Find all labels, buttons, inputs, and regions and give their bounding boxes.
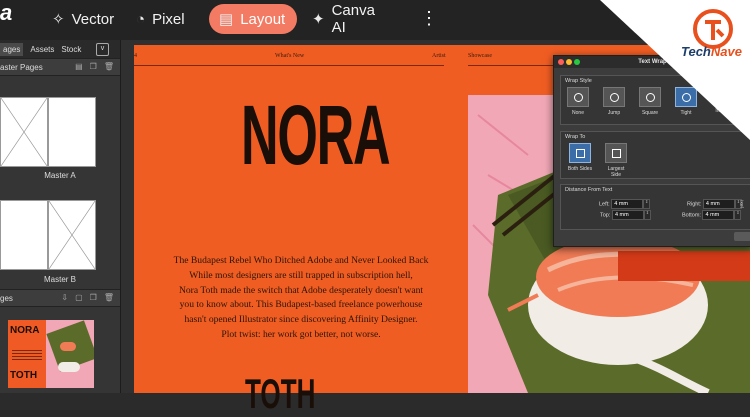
affinity-logo-icon[interactable]: a [0,0,22,30]
article-line: hasn't opened Illustrator since discover… [184,314,418,326]
insert-page-icon[interactable]: ⇩ [61,293,68,302]
top-distance-stepper[interactable]: ⇕ [643,210,651,220]
zoom-window-icon[interactable] [574,59,580,65]
wrap-style-label: Wrap Style [565,78,592,84]
left-distance-stepper[interactable]: ⇕ [643,199,651,209]
duplicate-page-icon[interactable]: ❐ [90,293,97,302]
duplicate-master-icon[interactable]: ❐ [90,62,97,71]
bottom-distance-label: Bottom: [682,212,701,219]
top-distance-input[interactable]: 4 mm [611,210,644,220]
pages-label: ges [0,293,13,303]
article-body[interactable]: The Budapest Rebel Who Ditched Adobe and… [159,254,443,343]
largest-side-icon [611,148,621,158]
layout-persona-label: Layout [240,10,286,28]
pixel-persona-icon: ◔ [136,10,146,28]
distance-group: Distance From Text Left: 4 mm ⇕ Top: 4 mm… [560,184,750,230]
delete-master-icon[interactable]: 🗑 [104,62,114,71]
close-dialog-button[interactable] [734,232,750,241]
article-line: Nora Toth made the switch that Adobe des… [178,284,424,296]
bottom-distance-field[interactable]: Bottom: 4 mm ⇕ [682,210,742,220]
bottom-distance-input[interactable]: 4 mm [702,210,735,220]
thumb-toth-text: TOTH [10,370,38,381]
largest-side-label: Largest Side [607,166,625,178]
article-title[interactable]: NORA [241,93,391,177]
master-pages-label: aster Pages [0,62,43,72]
more-options-icon[interactable]: ⋮ [420,4,438,34]
pages-header: ges ⇩ ▢ ❐ 🗑 [0,289,120,307]
master-a-left-page [0,97,48,167]
left-distance-input[interactable]: 4 mm [611,199,644,209]
wrap-style-none-label: None [572,110,584,116]
master-a-spread[interactable] [0,97,96,167]
wrap-to-label: Wrap To [565,134,586,140]
master-b-left-page [0,200,48,270]
left-distance-label: Left: [599,201,610,208]
master-pages-header: aster Pages ▤ ❐ 🗑 [0,58,120,76]
tab-assets[interactable]: Assets [30,45,54,54]
vector-persona-icon: ✧ [52,11,65,28]
add-master-icon[interactable]: ▤ [75,62,83,71]
both-sides-icon [575,148,585,158]
wrap-to-both-sides[interactable]: Both Sides [567,143,593,172]
right-distance-input[interactable]: 4 mm [702,199,735,209]
minimize-window-icon[interactable] [566,59,572,65]
vector-persona-button[interactable]: ✧ Vector [42,4,124,34]
article-line: you to know about. This Budapest-based f… [179,299,423,311]
master-a-right-page [48,97,96,167]
wrap-to-largest-side[interactable]: Largest Side [603,143,629,178]
top-distance-label: Top: [600,212,611,219]
layout-persona-icon: ▤ [219,11,234,28]
thumb-nora-text: NORA [10,325,40,336]
master-b-right-page [48,200,96,270]
master-a-label: Master A [44,171,76,180]
tab-pages[interactable]: ages [0,42,24,56]
wordmark-tech: Tech [681,44,711,59]
distance-label: Distance From Text [565,187,613,193]
canva-ai-icon: ✦ [312,11,325,28]
right-distance-field[interactable]: Right: 4 mm ⇕ [687,199,742,209]
bottom-distance-stepper[interactable]: ⇕ [734,210,742,220]
article-subtitle[interactable]: TOTH [245,373,315,415]
header-rule [134,65,444,66]
master-b-label: Master B [43,275,76,284]
tab-stock[interactable]: Stock [61,45,81,54]
canva-ai-persona-button[interactable]: ✦ Canva AI [302,2,402,36]
panel-collapse-icon[interactable]: v [96,43,109,56]
both-sides-label: Both Sides [567,166,593,172]
folio-number: 4 [134,53,137,59]
add-page-icon[interactable]: ▢ [75,293,83,302]
article-line: Plot twist: her work got better, not wor… [221,328,381,340]
page-thumb-right [46,320,94,388]
master-b-spread[interactable] [0,200,96,270]
article-line: While most designers are still trapped i… [189,269,413,281]
pixel-persona-button[interactable]: ◔ Pixel [126,4,198,34]
page-thumb-left: NORA TOTH [8,320,46,388]
pixel-persona-label: Pixel [152,10,185,28]
left-page[interactable]: 4 What's New Artist NORA The Budapest Re… [134,45,468,415]
canva-ai-label: Canva AI [331,2,375,36]
running-header-right: Artist [432,53,446,59]
page-spread-thumbnail[interactable]: NORA TOTH [8,320,94,388]
wrap-none-icon [573,92,583,102]
right-distance-label: Right: [687,201,702,208]
unit-side-text: ixel [737,200,744,208]
article-line: The Budapest Rebel Who Ditched Adobe and… [173,255,429,266]
vector-persona-label: Vector [71,10,115,28]
pages-panel: ages Assets Stock v aster Pages ▤ ❐ 🗑 Ma… [0,40,121,393]
left-distance-field[interactable]: Left: 4 mm ⇕ [599,199,651,209]
layout-persona-button[interactable]: ▤ Layout [209,4,297,34]
close-window-icon[interactable] [558,59,564,65]
panel-tabs: ages Assets Stock v [0,40,120,58]
delete-page-icon[interactable]: 🗑 [104,293,114,302]
top-distance-field[interactable]: Top: 4 mm ⇕ [600,210,651,220]
wrap-style-none[interactable]: None [565,87,591,116]
wordmark-nave: Nave [710,44,742,59]
technave-wordmark: TechNave [681,44,742,59]
running-header-section: What's New [275,53,305,59]
